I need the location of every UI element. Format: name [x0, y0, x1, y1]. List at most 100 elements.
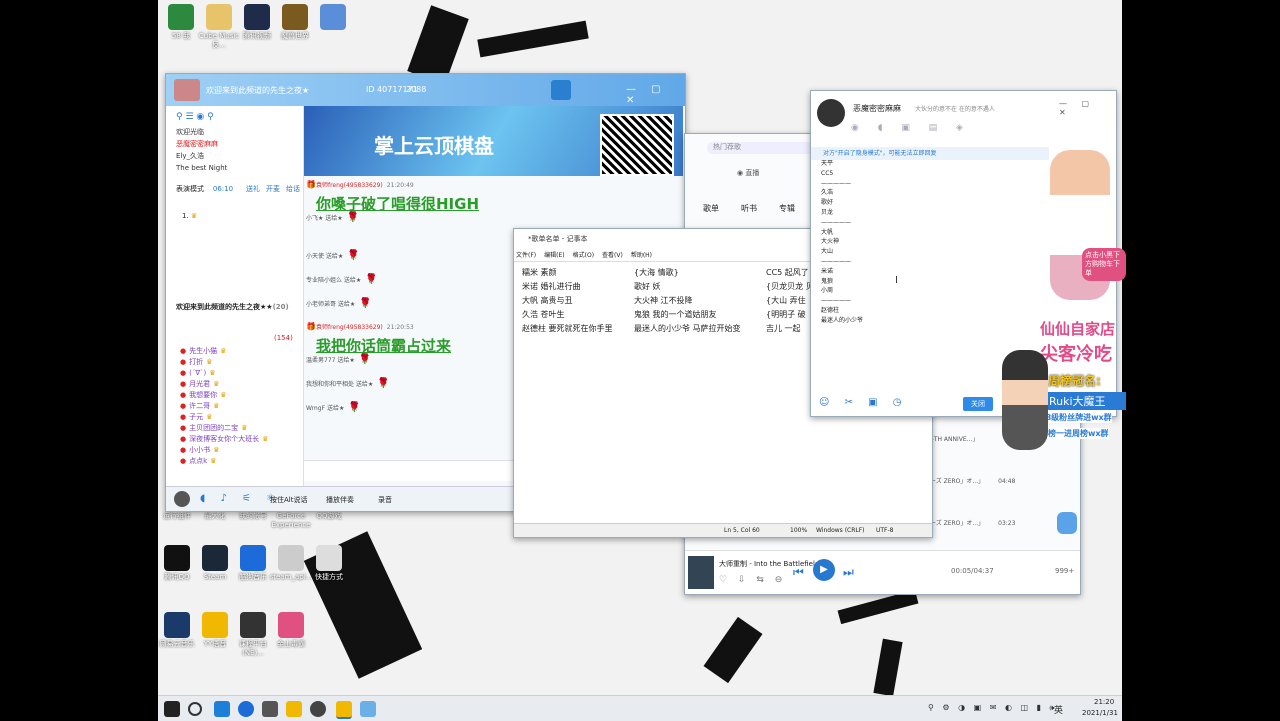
close-button[interactable]: 关闭 — [963, 397, 993, 411]
home-icon[interactable] — [551, 80, 571, 100]
start-icon[interactable] — [164, 701, 180, 717]
playlist-count[interactable]: 999+ — [1055, 567, 1074, 575]
edge-icon[interactable] — [214, 701, 230, 717]
menu-item[interactable]: 编辑(E) — [544, 252, 564, 259]
member-item[interactable]: ● 主贝团团的二宝 ♛ — [180, 423, 300, 434]
desktop-icon-label: 快捷方式 — [315, 573, 343, 581]
member-item[interactable]: ● 子元 ♛ — [180, 412, 300, 423]
mode-time: 06:10 — [212, 185, 234, 193]
app-icon — [316, 545, 342, 571]
chat-time: 21:20:49 — [386, 182, 414, 189]
chat-user[interactable]: WmgF 送给★ — [306, 405, 344, 412]
member-item[interactable]: ● 打折 ♛ — [180, 357, 300, 368]
text-line: 最迷人的小少爷 马萨拉开始变 — [634, 324, 741, 333]
mode-tab[interactable]: 给话 — [286, 185, 300, 193]
notepad-icon[interactable] — [360, 701, 376, 717]
sidebar-item[interactable]: 恶魔密密麻麻 — [176, 138, 296, 150]
yy-icon[interactable] — [336, 701, 352, 719]
ptt-label[interactable]: 按住Alt说话 — [270, 495, 307, 505]
channel-header[interactable]: 欢迎来到此频道的先生之夜★★(20) — [176, 302, 301, 312]
record-button[interactable]: 录音 — [378, 495, 392, 505]
rose-icon: 🌹 — [358, 354, 372, 365]
window-controls[interactable]: — ▢ ✕ — [626, 84, 678, 106]
chat-user[interactable]: 袁师freng(495833629) — [316, 182, 383, 189]
side-phone-icon[interactable] — [1057, 512, 1077, 534]
text-line: 歌好 妖 — [634, 282, 661, 291]
member-item[interactable]: ● 深夜博客女你个大班长 ♛ — [180, 434, 300, 445]
search-icon[interactable] — [188, 702, 202, 716]
member-item[interactable]: ● 小小书 ♛ — [180, 445, 300, 456]
member-badge-icon: ● — [180, 391, 187, 399]
music-nav-item[interactable]: 歌单 — [703, 204, 719, 213]
window-controls[interactable]: — ▢ ✕ — [1059, 99, 1116, 117]
mic-icon[interactable]: ◖ ♪ ⚟ ⚛ — [200, 493, 281, 504]
user-avatar[interactable] — [174, 491, 190, 507]
accompaniment-button[interactable]: 播放伴奏 — [326, 495, 354, 505]
prev-icon[interactable]: ⏮ — [793, 565, 804, 580]
member-item[interactable]: ● 月光君 ♛ — [180, 379, 300, 390]
mode-tab[interactable]: 送礼 — [246, 185, 260, 193]
kugou-icon[interactable] — [238, 701, 254, 717]
input-language[interactable]: 英 — [1054, 703, 1063, 716]
wallpaper-stroke — [837, 589, 919, 625]
clock-date[interactable]: 2021/1/31 — [1082, 709, 1118, 717]
tray-icons[interactable]: ⚲ ⚙ ◑ ▣ ✉ ◐ ◫ ▮ 🕪 — [928, 703, 1058, 713]
desktop-icon[interactable]: 快捷方式 — [306, 545, 352, 582]
app-icon — [202, 545, 228, 571]
song-title: ーズ ZERO」オ...」 — [930, 520, 985, 527]
input-toolbar[interactable]: ☺ ✂ ▣ ◷ — [819, 397, 908, 408]
chat-user[interactable]: 专业陪小姐么 送给★ — [306, 277, 361, 284]
menu-item[interactable]: 帮助(H) — [631, 252, 652, 259]
desktop-icon[interactable]: 金山毒霸 — [268, 612, 314, 649]
album-art — [688, 556, 714, 589]
chat-user[interactable]: 袁师freng(495833629) — [316, 324, 383, 331]
sidebar-item[interactable]: 欢迎光临 — [176, 126, 296, 138]
chat-user[interactable]: 小天使 送给★ — [306, 253, 343, 260]
banner[interactable]: 掌上云顶棋盘 — [304, 106, 683, 176]
crown-icon: ♛ — [213, 402, 220, 410]
play-button[interactable]: ▶ — [813, 559, 835, 581]
crown-icon: ♛ — [220, 391, 227, 399]
crown-icon: ♛ — [206, 413, 213, 421]
rose-icon: 🌹 — [359, 298, 372, 309]
menu-item[interactable]: 查看(V) — [602, 252, 623, 259]
yy-icon[interactable] — [286, 701, 302, 717]
taskbar: ⚲ ⚙ ◑ ▣ ✉ ◐ ◫ ▮ 🕪 英 21:20 2021/1/31 — [158, 695, 1122, 721]
chibi-mascot — [1002, 350, 1048, 450]
member-item[interactable]: ● 许二哥 ♛ — [180, 401, 300, 412]
chat-user[interactable]: 我想和你和平相处 送给★ — [306, 381, 373, 388]
song-row[interactable]: ーズ ZERO」オ...」 04:48 — [930, 476, 1080, 518]
member-item[interactable]: ● 我想要你 ♛ — [180, 390, 300, 401]
chat-line: 大火神 — [821, 238, 840, 246]
member-item[interactable]: ● 先生小猫 ♛ — [180, 346, 300, 357]
steam-icon[interactable] — [310, 701, 326, 717]
music-search[interactable]: 热门荐歌 — [707, 142, 823, 154]
music-nav-item[interactable]: 听书 — [741, 204, 757, 213]
sidebar-item[interactable]: Ely_久浩 — [176, 150, 296, 162]
clock-time[interactable]: 21:20 — [1094, 698, 1114, 706]
menu-item[interactable]: 文件(F) — [516, 252, 536, 259]
chat-line: 贝龙 — [821, 208, 834, 216]
member-item[interactable]: ● 点点k ♛ — [180, 456, 300, 467]
player-icons[interactable]: ♡ ⇩ ⇆ ⊖ — [719, 575, 786, 585]
menu-item[interactable]: 格式(O) — [573, 252, 594, 259]
chat-user[interactable]: 温柔男777 送给★ — [306, 357, 355, 364]
desktop-icon[interactable]: QQ游戏 — [306, 512, 352, 521]
crown-icon: ♛ — [220, 347, 227, 355]
member-item[interactable]: ● (´∇`) ♛ — [180, 368, 300, 379]
app-icon — [168, 4, 194, 30]
live-tab[interactable]: ◉ 直播 — [737, 168, 759, 178]
desktop-icon[interactable] — [310, 4, 356, 32]
chat-line: 小周 — [821, 287, 834, 295]
contact-avatar[interactable] — [817, 99, 845, 127]
chat-user[interactable]: 小老师弟哥 送给★ — [306, 301, 355, 308]
sidebar-toolbar[interactable]: ⚲ ☰ ◉ ⚲ — [176, 112, 236, 122]
chat-user[interactable]: 小飞★ 送给★ — [306, 215, 343, 222]
chat-toolbar[interactable]: ◉ ◖ ▣ ▤ ◈ — [851, 123, 971, 133]
rose-icon: 🌹 — [347, 250, 360, 261]
music-nav-item[interactable]: 专辑 — [779, 204, 795, 213]
next-icon[interactable]: ⏭ — [843, 565, 854, 580]
mode-tab[interactable]: 开麦 — [266, 185, 280, 193]
sidebar-item[interactable]: The best Night — [176, 162, 296, 174]
app-icon[interactable] — [262, 701, 278, 717]
